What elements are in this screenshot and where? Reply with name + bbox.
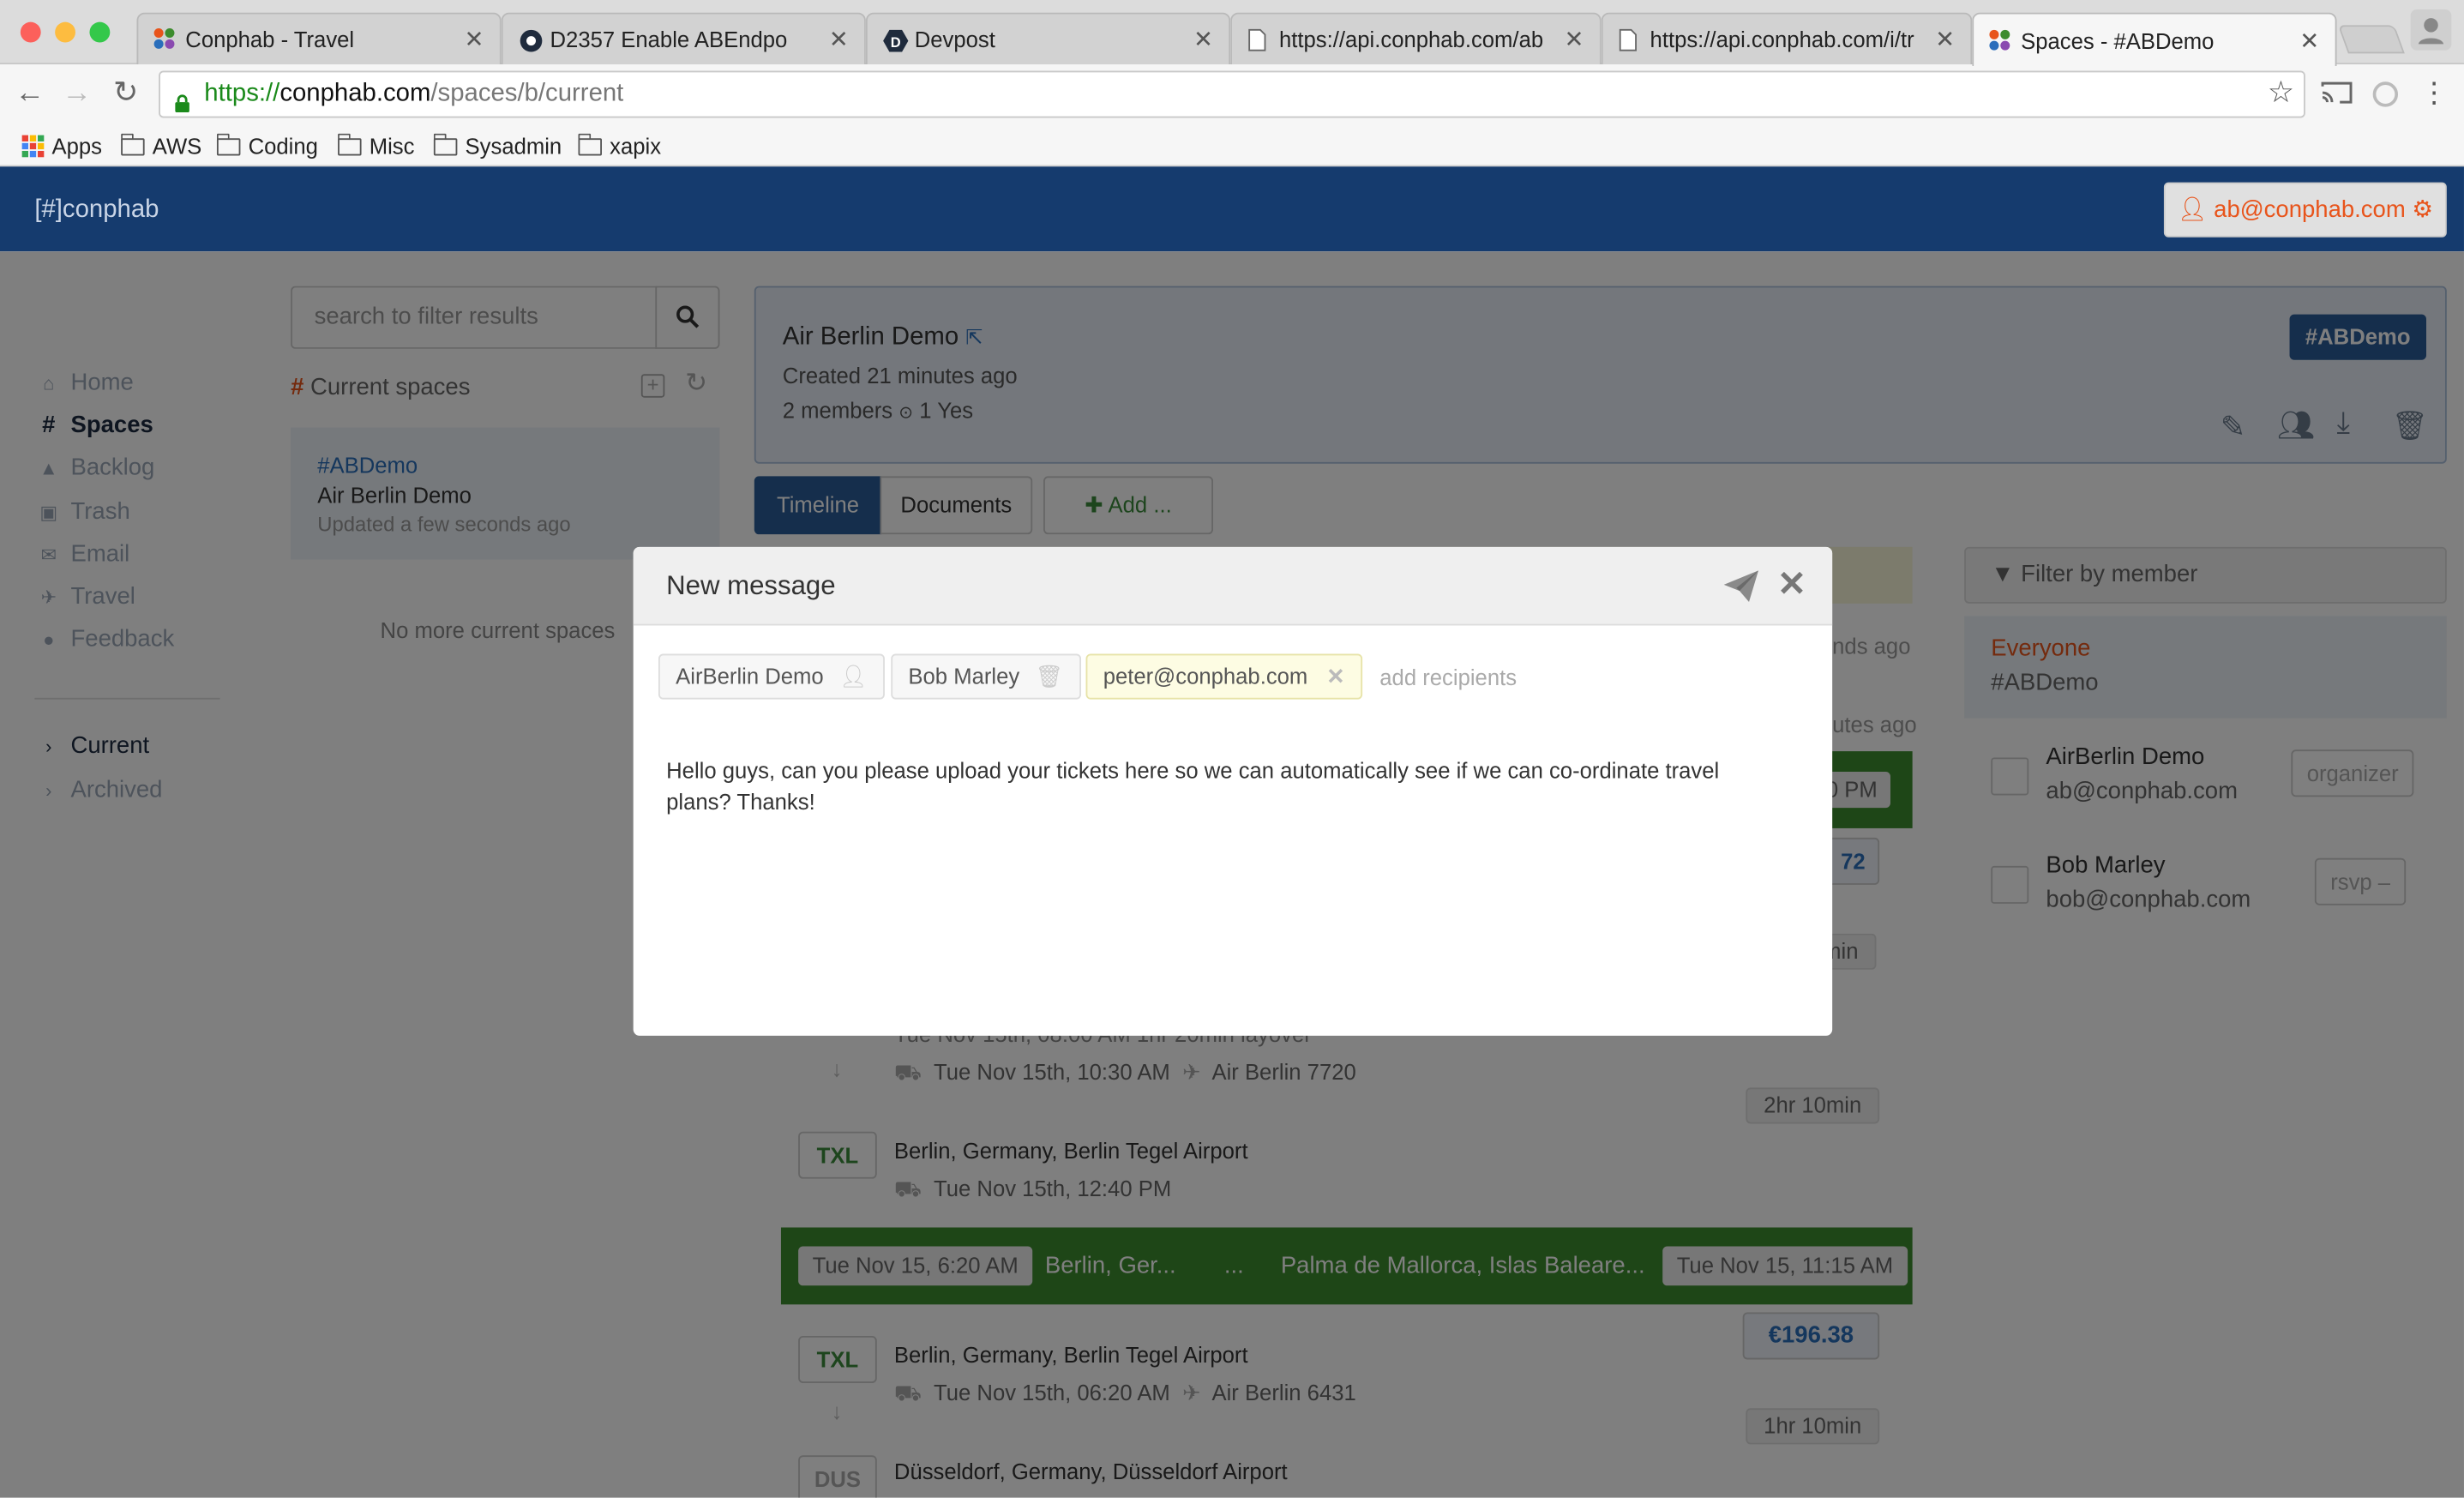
bookmark-xapix[interactable]: xapix — [577, 130, 662, 162]
tab-title: Conphab - Travel — [185, 27, 355, 52]
close-tab-icon[interactable]: ✕ — [2299, 26, 2319, 54]
bookmark-apps[interactable]: Apps — [21, 130, 102, 162]
close-tab-icon[interactable]: ✕ — [464, 25, 484, 53]
tab-title: https://api.conphab.com/ab — [1278, 27, 1544, 52]
minimize-window-button[interactable] — [55, 21, 75, 43]
bookmark-label: Misc — [369, 133, 415, 159]
gear-icon: ⚙ — [2412, 196, 2434, 224]
new-tab-button[interactable] — [2337, 25, 2405, 54]
folder-icon — [120, 132, 145, 155]
dialog-header: New message ✕ — [633, 546, 1833, 626]
extension-icon[interactable] — [2371, 80, 2400, 116]
browser-tab-devpost[interactable]: D Devpost ✕ — [865, 12, 1231, 65]
page-icon — [1619, 28, 1641, 51]
close-icon[interactable]: ✕ — [1777, 564, 1806, 605]
recipient-name: Bob Marley — [908, 663, 1020, 689]
bookmarks-bar: Apps AWS Coding Misc Sysadmin xapix — [0, 123, 2464, 167]
browser-tab-conphab-travel[interactable]: Conphab - Travel ✕ — [136, 12, 502, 65]
recipient-name: peter@conphab.com — [1103, 663, 1308, 689]
new-message-dialog: New message ✕ AirBerlin Demo 👤︎ Bob Marle… — [633, 546, 1833, 1036]
remove-icon[interactable]: ✕ — [1326, 655, 1345, 697]
page-icon — [1247, 28, 1270, 51]
send-icon[interactable] — [1722, 569, 1760, 611]
bookmark-label: Sysadmin — [465, 133, 562, 159]
close-window-button[interactable] — [20, 21, 41, 43]
trash-icon: 🗑︎ — [1035, 663, 1064, 689]
tab-title: D2357 Enable ABEndpo — [550, 27, 788, 52]
browser-tab-api-ab[interactable]: https://api.conphab.com/ab ✕ — [1230, 12, 1602, 65]
folder-icon — [337, 132, 362, 155]
svg-text:D: D — [891, 35, 901, 51]
message-body-textarea[interactable]: Hello guys, can you please upload your t… — [666, 755, 1790, 817]
recipient-chip[interactable]: AirBerlin Demo 👤︎ — [658, 653, 885, 700]
recipient-chip[interactable]: peter@conphab.com ✕ — [1085, 653, 1362, 700]
url-scheme: https:// — [204, 80, 280, 107]
tab-title: Devpost — [914, 27, 995, 52]
back-arrow-icon[interactable]: ← — [11, 75, 49, 113]
add-recipients-input[interactable]: add recipients — [1379, 665, 1517, 689]
menu-dots-icon[interactable]: ⋮ — [2420, 79, 2449, 107]
phabricator-gear-icon — [519, 28, 543, 52]
browser-tab-phabricator[interactable]: D2357 Enable ABEndpo ✕ — [501, 12, 866, 65]
close-tab-icon[interactable]: ✕ — [1193, 25, 1213, 53]
address-bar[interactable]: https://conphab.com/spaces/b/current ☆ — [159, 70, 2305, 118]
user-email: ab@conphab.com — [2214, 196, 2406, 224]
profile-icon[interactable] — [2410, 9, 2452, 51]
bookmark-misc[interactable]: Misc — [337, 130, 415, 162]
dialog-title: New message — [666, 570, 836, 601]
close-tab-icon[interactable]: ✕ — [829, 25, 849, 53]
screen: Conphab - Travel ✕ D2357 Enable ABEndpo … — [0, 0, 2464, 1498]
bookmark-label: Apps — [51, 133, 102, 159]
tab-title: https://api.conphab.com/i/tr — [1650, 27, 1914, 52]
cast-icon[interactable] — [2321, 80, 2353, 112]
bookmark-label: Coding — [248, 133, 318, 159]
conphab-logo-icon — [153, 27, 177, 51]
lock-icon — [174, 85, 189, 129]
close-tab-icon[interactable]: ✕ — [1565, 25, 1584, 53]
brand-logo[interactable]: [#]conphab — [34, 196, 159, 225]
url-host: conphab.com — [279, 80, 431, 107]
app-navbar — [0, 166, 2464, 252]
reload-icon[interactable]: ↻ — [107, 75, 145, 113]
url-path: /spaces/b/current — [430, 80, 624, 107]
browser-tabstrip: Conphab - Travel ✕ D2357 Enable ABEndpo … — [0, 0, 2464, 66]
bookmark-star-icon[interactable]: ☆ — [2268, 72, 2294, 116]
bookmark-sysadmin[interactable]: Sysadmin — [432, 130, 562, 162]
conphab-logo-icon — [1989, 28, 2011, 51]
browser-tab-spaces-active[interactable]: Spaces - #ABDemo ✕ — [1972, 12, 2337, 66]
bookmark-aws[interactable]: AWS — [120, 130, 202, 162]
bookmark-coding[interactable]: Coding — [216, 130, 318, 162]
devpost-logo-icon: D — [883, 28, 909, 52]
recipient-name: AirBerlin Demo — [676, 663, 824, 689]
close-tab-icon[interactable]: ✕ — [1935, 25, 1955, 53]
user-icon: 👤︎ — [839, 663, 868, 689]
bookmark-label: AWS — [152, 133, 202, 159]
forward-arrow-icon[interactable]: → — [58, 75, 96, 113]
folder-icon — [577, 132, 603, 155]
bookmark-label: xapix — [610, 133, 662, 159]
maximize-window-button[interactable] — [89, 21, 111, 43]
user-menu-button[interactable]: 👤︎ ab@conphab.com ⚙ — [2163, 182, 2447, 238]
recipient-chip[interactable]: Bob Marley 🗑︎ — [891, 653, 1081, 700]
folder-icon — [216, 132, 241, 155]
folder-icon — [432, 132, 458, 155]
tab-title: Spaces - #ABDemo — [2021, 27, 2215, 53]
user-icon: 👤︎ — [2177, 196, 2208, 224]
apps-grid-icon — [21, 135, 45, 158]
browser-tab-api-i[interactable]: https://api.conphab.com/i/tr ✕ — [1601, 12, 1973, 65]
